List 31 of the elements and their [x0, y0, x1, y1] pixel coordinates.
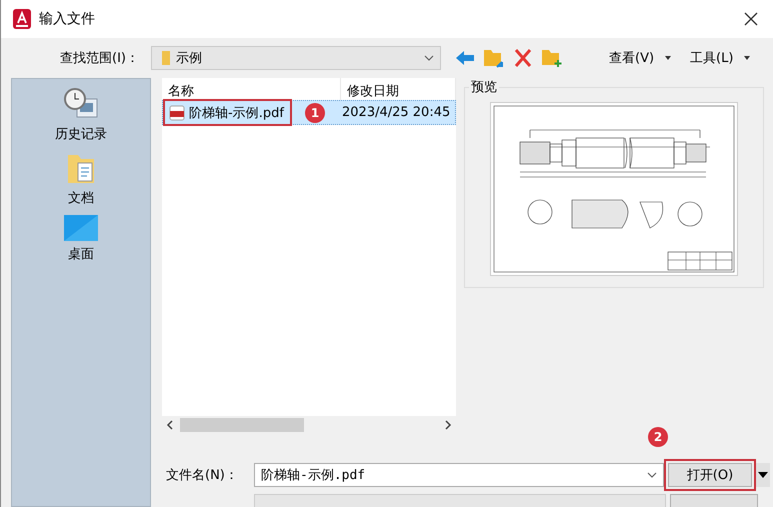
look-in-label: 查找范围(I)： [59, 50, 140, 67]
caret-icon [743, 54, 752, 62]
chevron-down-icon[interactable] [424, 55, 434, 61]
caret-icon [664, 54, 672, 62]
scrollbar-thumb[interactable] [180, 418, 304, 432]
file-type-field[interactable] [254, 494, 666, 507]
desktop-icon [64, 215, 98, 241]
place-item[interactable]: 桌面 [56, 213, 106, 265]
place-item[interactable]: 文档 [58, 149, 104, 209]
look-in-dropdown[interactable]: 示例 [151, 46, 441, 70]
open-options-button[interactable] [756, 463, 770, 487]
place-item[interactable]: 历史记录 [47, 85, 115, 145]
view-menu[interactable]: 查看(V) [605, 49, 658, 67]
folder-icon [162, 51, 170, 65]
open-button[interactable]: 打开(O) [668, 463, 752, 487]
preview-title: 预览 [470, 79, 498, 96]
window-title: 输入文件 [39, 10, 96, 28]
pdf-file-icon [169, 104, 185, 120]
tools-menu[interactable]: 工具(L) [686, 49, 738, 67]
scroll-right-icon[interactable] [444, 420, 452, 430]
file-name-field[interactable]: 阶梯轴-示例.pdf [254, 463, 664, 487]
modified-date-cell: 2023/4/25 20:45 [342, 105, 450, 120]
chevron-down-icon[interactable] [647, 472, 657, 478]
scroll-left-icon[interactable] [166, 420, 174, 430]
step-badge: 2 [648, 427, 668, 447]
file-name-cell: 阶梯轴-示例.pdf [165, 101, 290, 124]
file-name-label: 文件名(N)： [165, 467, 239, 484]
app-icon [13, 9, 31, 29]
file-row[interactable]: 阶梯轴-示例.pdf 1 2023/4/25 20:45 [162, 100, 456, 125]
step-badge: 1 [305, 102, 325, 122]
caret-icon [758, 472, 768, 478]
